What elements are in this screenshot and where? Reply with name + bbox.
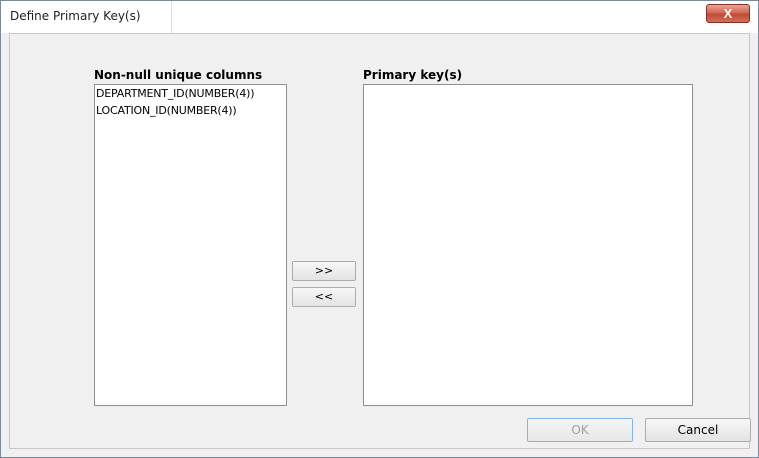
define-primary-key-dialog: Define Primary Key(s) X Non-null unique … — [0, 0, 759, 458]
title-bar: Define Primary Key(s) X — [1, 1, 758, 33]
close-icon: X — [723, 6, 733, 21]
columns-list[interactable]: DEPARTMENT_ID(NUMBER(4)) LOCATION_ID(NUM… — [94, 84, 287, 406]
add-button[interactable]: >> — [292, 261, 356, 281]
close-button[interactable]: X — [706, 4, 750, 23]
list-item[interactable]: LOCATION_ID(NUMBER(4)) — [95, 102, 286, 119]
primary-keys-list[interactable] — [363, 84, 693, 406]
dialog-title: Define Primary Key(s) — [10, 9, 141, 23]
primary-keys-label: Primary key(s) — [363, 68, 463, 82]
list-item[interactable]: DEPARTMENT_ID(NUMBER(4)) — [95, 85, 286, 102]
cancel-button[interactable]: Cancel — [645, 418, 751, 442]
columns-label: Non-null unique columns — [94, 68, 263, 82]
ok-button[interactable]: OK — [527, 418, 633, 442]
dialog-content: Non-null unique columns DEPARTMENT_ID(NU… — [9, 33, 751, 449]
remove-button[interactable]: << — [292, 287, 356, 307]
